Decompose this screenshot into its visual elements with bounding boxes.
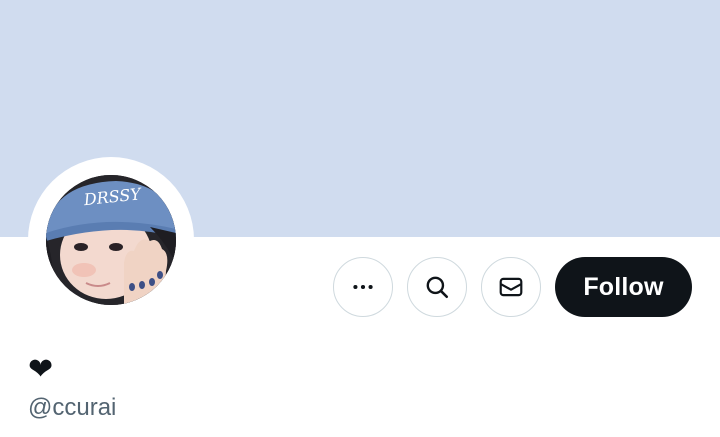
message-button[interactable] xyxy=(481,257,541,317)
avatar[interactable]: DRSSY xyxy=(46,175,176,305)
avatar-photo: DRSSY xyxy=(46,175,176,305)
more-button[interactable] xyxy=(333,257,393,317)
user-handle: @ccurai xyxy=(28,394,117,421)
envelope-icon xyxy=(499,277,523,297)
avatar-frame: DRSSY xyxy=(28,157,194,323)
follow-button-label: Follow xyxy=(583,272,664,301)
display-name: ❤ xyxy=(28,352,54,387)
search-icon xyxy=(426,276,449,299)
follow-button[interactable]: Follow xyxy=(555,257,692,317)
search-button[interactable] xyxy=(407,257,467,317)
more-dots-icon xyxy=(353,284,373,290)
